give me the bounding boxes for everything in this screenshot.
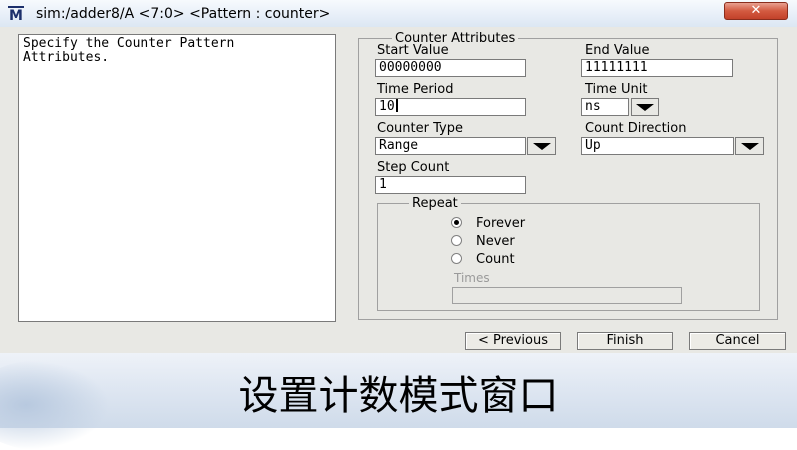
pattern-wizard-window: M sim:/adder8/A <7:0> <Pattern : counter…: [0, 0, 797, 353]
count-direction-dropdown-arrow-icon[interactable]: [735, 137, 764, 155]
counter-type-select[interactable]: Range: [375, 137, 526, 155]
modelsim-logo-icon: M: [8, 6, 24, 24]
previous-button[interactable]: < Previous: [465, 332, 561, 350]
counter-type-dropdown-arrow-icon[interactable]: [527, 137, 556, 155]
count-direction-label: Count Direction: [585, 121, 687, 136]
count-direction-select[interactable]: Up: [581, 137, 734, 155]
description-text: Specify the Counter Pattern Attributes.: [23, 36, 235, 65]
title-bar[interactable]: M sim:/adder8/A <7:0> <Pattern : counter…: [0, 0, 797, 27]
repeat-forever-radio[interactable]: [451, 217, 462, 228]
text-cursor: [395, 99, 398, 112]
repeat-count-label: Count: [476, 252, 515, 267]
time-unit-dropdown-arrow-icon[interactable]: [631, 98, 659, 116]
time-unit-label: Time Unit: [585, 82, 648, 97]
repeat-count-radio[interactable]: [451, 253, 462, 264]
close-button[interactable]: ✕: [724, 2, 788, 20]
start-value-input[interactable]: 00000000: [375, 59, 526, 77]
window-title: sim:/adder8/A <7:0> <Pattern : counter>: [36, 6, 331, 22]
repeat-legend: Repeat: [409, 196, 461, 211]
end-value-label: End Value: [585, 43, 650, 58]
repeat-never-label: Never: [476, 234, 515, 249]
description-panel: Specify the Counter Pattern Attributes.: [18, 34, 336, 322]
times-label: Times: [454, 271, 490, 285]
step-count-input[interactable]: 1: [375, 176, 526, 194]
start-value-label: Start Value: [377, 43, 449, 58]
finish-button[interactable]: Finish: [577, 332, 673, 350]
time-period-value: 10: [379, 99, 395, 114]
slide-caption: 设置计数模式窗口: [238, 373, 559, 419]
counter-type-label: Counter Type: [377, 121, 463, 136]
times-input[interactable]: [452, 287, 682, 304]
time-period-label: Time Period: [377, 82, 454, 97]
cancel-button[interactable]: Cancel: [689, 332, 786, 350]
end-value-input[interactable]: 11111111: [581, 59, 733, 77]
step-count-label: Step Count: [377, 160, 450, 175]
time-unit-select[interactable]: ns: [581, 98, 629, 116]
repeat-forever-label: Forever: [476, 216, 526, 231]
time-period-input[interactable]: 10: [375, 98, 526, 116]
repeat-never-radio[interactable]: [451, 235, 462, 246]
